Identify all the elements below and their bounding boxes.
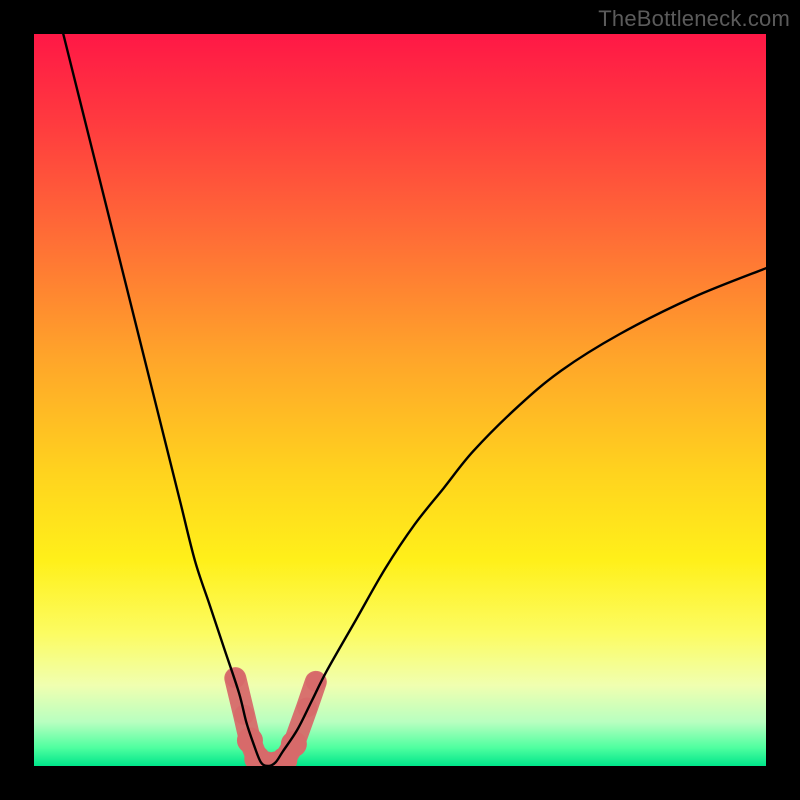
chart-frame: TheBottleneck.com [0, 0, 800, 800]
highlight-marker [297, 697, 317, 717]
gradient-background [34, 34, 766, 766]
plot-area [34, 34, 766, 766]
highlight-marker [306, 672, 326, 692]
watermark-text: TheBottleneck.com [598, 6, 790, 32]
chart-svg [34, 34, 766, 766]
